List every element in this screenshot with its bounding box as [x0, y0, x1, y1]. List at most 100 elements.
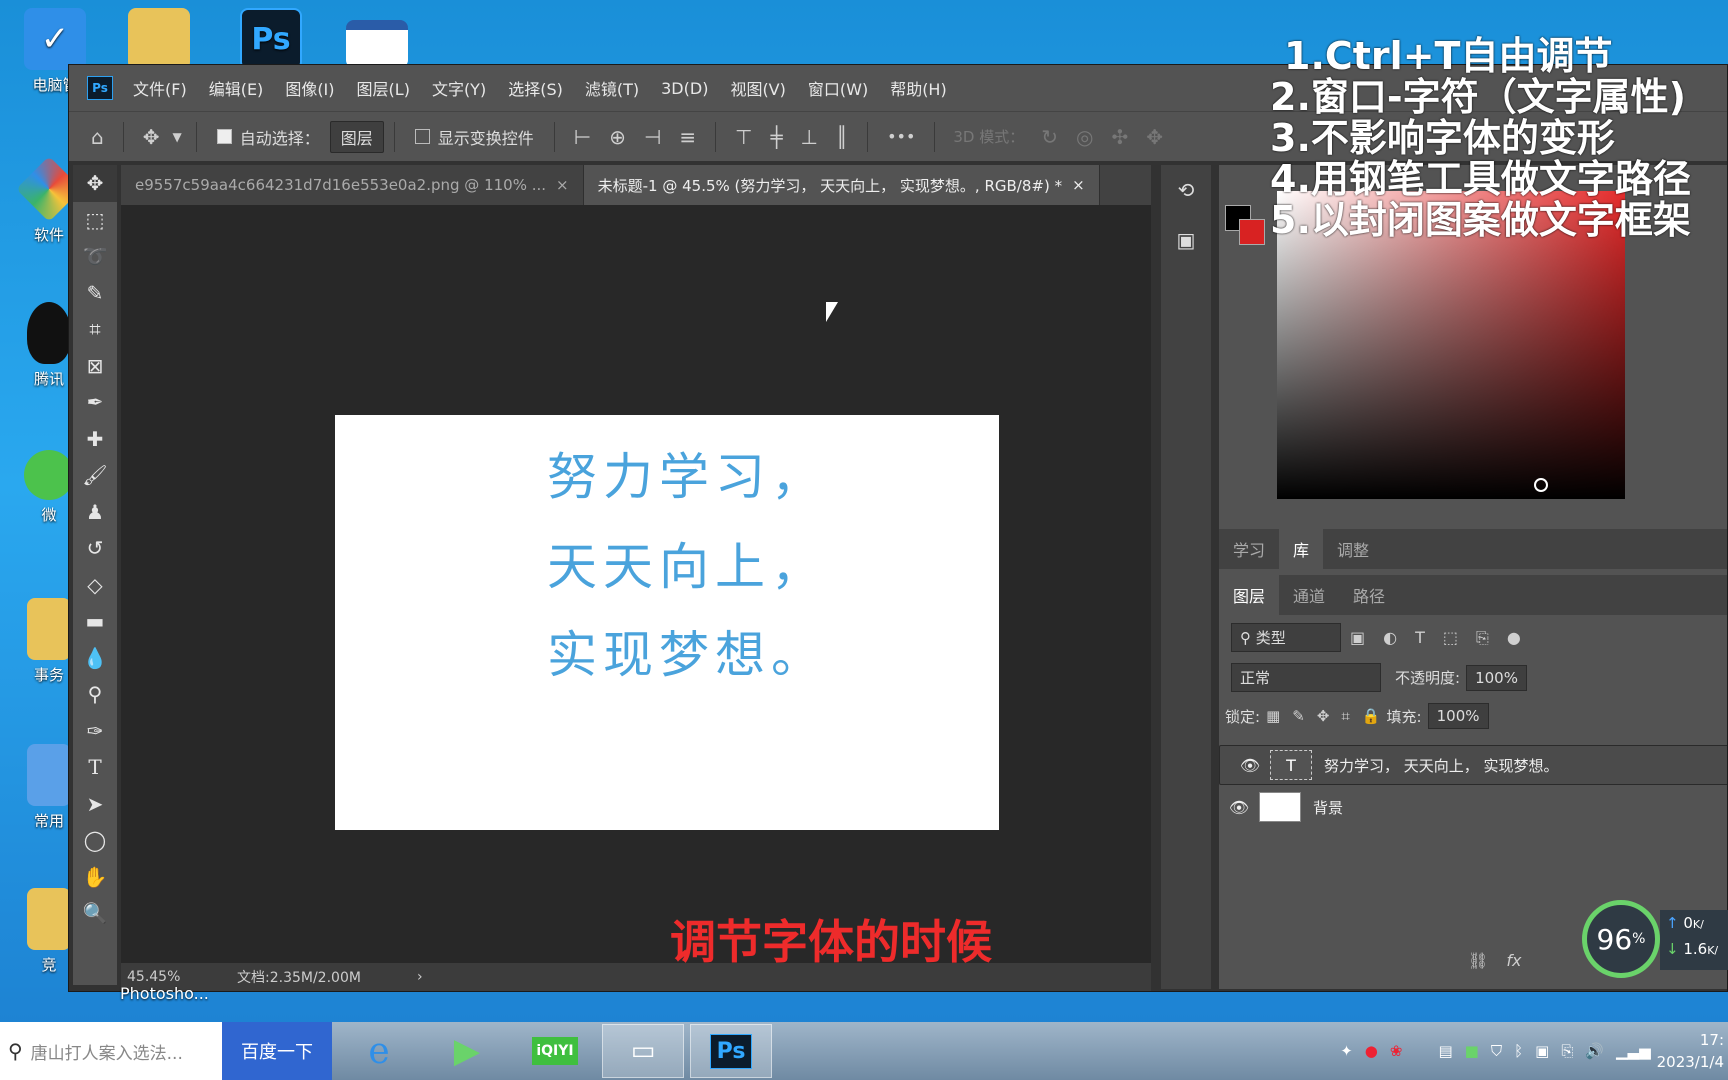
filter-smart-icon[interactable]: ⎘	[1476, 628, 1489, 648]
search-box[interactable]: ⚲ 唐山打人案入选法...	[0, 1022, 222, 1080]
3d-roll-icon[interactable]: ◎	[1076, 125, 1093, 149]
lock-position-icon[interactable]: ✥	[1317, 707, 1330, 725]
tab-untitled-document[interactable]: 未标题-1 @ 45.5% (努力学习， 天天向上， 实现梦想。, RGB/8#…	[583, 165, 1100, 205]
zoom-level[interactable]: 45.45%	[127, 969, 237, 985]
close-icon[interactable]: ×	[1072, 176, 1085, 194]
menu-edit[interactable]: 编辑(E)	[209, 76, 264, 100]
tray-nvidia-icon[interactable]: ■	[1465, 1042, 1479, 1060]
status-menu-arrow[interactable]: ›	[417, 969, 423, 985]
blur-tool-icon[interactable]: 💧	[73, 640, 117, 677]
layer-filter-dropdown[interactable]: ⚲ 类型	[1231, 623, 1341, 652]
menu-type[interactable]: 文字(Y)	[432, 76, 486, 100]
visibility-eye-icon[interactable]: 👁	[1219, 798, 1259, 817]
more-options-icon[interactable]: •••	[887, 127, 915, 146]
menu-layer[interactable]: 图层(L)	[357, 76, 410, 100]
lock-pixels-icon[interactable]: ✎	[1292, 707, 1305, 725]
auto-select-option[interactable]: 自动选择：	[216, 125, 320, 149]
layer-row-text[interactable]: 👁 T 努力学习， 天天向上， 实现梦想。	[1219, 745, 1727, 785]
menu-view[interactable]: 视图(V)	[730, 76, 785, 100]
layer-row-background[interactable]: 👁 背景	[1219, 787, 1727, 827]
menu-3d[interactable]: 3D(D)	[661, 79, 708, 98]
blend-mode-dropdown[interactable]: 正常	[1231, 663, 1381, 692]
healing-tool-icon[interactable]: ✚	[73, 421, 117, 458]
home-icon[interactable]: ⌂	[91, 125, 104, 149]
eyedropper-tool-icon[interactable]: ✒	[73, 384, 117, 421]
fill-input[interactable]: 100%	[1427, 703, 1489, 729]
filter-shape-icon[interactable]: ⬚	[1443, 628, 1458, 647]
path-select-tool-icon[interactable]: ➤	[73, 786, 117, 823]
show-transform-checkbox[interactable]	[414, 129, 430, 144]
move-tool-icon[interactable]: ✥	[73, 165, 117, 202]
filter-toggle-icon[interactable]: ●	[1507, 628, 1521, 647]
align-top-icon[interactable]: ⊤	[735, 125, 752, 149]
stamp-tool-icon[interactable]: ♟	[73, 494, 117, 531]
3d-pan-icon[interactable]: ✣	[1111, 125, 1128, 149]
clock[interactable]: 17: 2023/1/4	[1657, 1029, 1724, 1073]
tray-record-icon[interactable]: ●	[1365, 1042, 1378, 1060]
3d-panel-icon[interactable]: ▣	[1161, 215, 1211, 265]
menu-help[interactable]: 帮助(H)	[890, 76, 947, 100]
brush-tool-icon[interactable]: 🖌	[73, 457, 117, 494]
link-layers-icon[interactable]: ⛓	[1468, 951, 1488, 970]
volume-icon[interactable]: 🔊	[1585, 1042, 1604, 1060]
lock-transparent-icon[interactable]: ▦	[1266, 707, 1280, 725]
close-icon[interactable]: ×	[556, 176, 569, 194]
canvas-area[interactable]: 努力学习， 天天向上， 实现梦想。	[121, 205, 1151, 963]
filter-pixel-icon[interactable]: ▣	[1350, 628, 1365, 647]
gradient-tool-icon[interactable]: ▬	[73, 603, 117, 640]
background-color-swatch[interactable]	[1239, 219, 1265, 245]
align-middle-icon[interactable]: ╪	[771, 125, 783, 149]
menu-window[interactable]: 窗口(W)	[808, 76, 868, 100]
notepad-icon[interactable]: ▭	[602, 1024, 684, 1078]
tab-libraries[interactable]: 库	[1279, 529, 1324, 569]
filter-type-icon[interactable]: T	[1415, 628, 1425, 647]
eraser-tool-icon[interactable]: ◇	[73, 567, 117, 604]
lasso-tool-icon[interactable]: ➰	[73, 238, 117, 275]
move-tool-icon[interactable]: ✥	[143, 125, 160, 149]
distribute-vertical-icon[interactable]: ║	[836, 125, 848, 149]
chevron-down-icon[interactable]: ▼	[172, 130, 181, 144]
menu-filter[interactable]: 滤镜(T)	[585, 76, 639, 100]
visibility-eye-icon[interactable]: 👁	[1230, 756, 1270, 775]
signal-icon[interactable]: ▁▃▅	[1616, 1042, 1651, 1060]
cpu-gauge[interactable]: 96%	[1582, 900, 1660, 978]
iqiyi-icon[interactable]: iQIYI	[514, 1024, 596, 1078]
search-button[interactable]: 百度一下	[222, 1022, 332, 1080]
quick-select-tool-icon[interactable]: ✎	[73, 275, 117, 312]
pen-tool-icon[interactable]: ✑	[73, 713, 117, 750]
tab-paths[interactable]: 路径	[1339, 575, 1399, 615]
tray-network-adapter-icon[interactable]: ▣	[1535, 1042, 1549, 1060]
history-panel-icon[interactable]: ⟲	[1161, 165, 1211, 215]
lock-all-icon[interactable]: 🔒	[1362, 707, 1381, 725]
photoshop-taskbar-icon[interactable]: Ps	[690, 1024, 772, 1078]
tray-drive-icon[interactable]: ▤	[1438, 1042, 1452, 1060]
tray-clipboard-icon[interactable]: ⎘	[1561, 1042, 1573, 1060]
color-picker-cursor[interactable]	[1534, 478, 1548, 492]
history-brush-tool-icon[interactable]: ↺	[73, 530, 117, 567]
tab-adjustments[interactable]: 调整	[1323, 529, 1383, 569]
menu-select[interactable]: 选择(S)	[508, 76, 563, 100]
tab-learn[interactable]: 学习	[1219, 529, 1279, 569]
tab-png-document[interactable]: e9557c59aa4c664231d7d16e553e0a2.png @ 11…	[121, 165, 584, 205]
player-icon[interactable]: ▶	[426, 1024, 508, 1078]
marquee-tool-icon[interactable]: ⬚	[73, 202, 117, 239]
tab-channels[interactable]: 通道	[1279, 575, 1339, 615]
menu-image[interactable]: 图像(I)	[285, 76, 334, 100]
align-left-icon[interactable]: ⊢	[574, 125, 591, 149]
tray-flower-icon[interactable]: ❀	[1390, 1042, 1403, 1060]
tray-shield-icon[interactable]: ⛉	[1491, 1042, 1502, 1060]
tray-app-icon[interactable]: ✦	[1340, 1042, 1353, 1060]
tab-layers[interactable]: 图层	[1219, 575, 1280, 615]
align-bottom-icon[interactable]: ⊥	[801, 125, 818, 149]
search-input[interactable]: 唐山打人案入选法...	[31, 1039, 183, 1064]
distribute-icon[interactable]: ≡	[679, 125, 696, 149]
frame-tool-icon[interactable]: ⊠	[73, 348, 117, 385]
zoom-tool-icon[interactable]: 🔍	[73, 895, 117, 932]
3d-orbit-icon[interactable]: ↻	[1041, 125, 1058, 149]
show-transform-option[interactable]: 显示变换控件	[414, 125, 534, 149]
dodge-tool-icon[interactable]: ⚲	[73, 676, 117, 713]
align-right-icon[interactable]: ⊣	[644, 125, 661, 149]
auto-select-checkbox[interactable]	[216, 129, 232, 144]
ellipse-tool-icon[interactable]: ◯	[73, 822, 117, 859]
fx-icon[interactable]: fx	[1506, 951, 1521, 970]
